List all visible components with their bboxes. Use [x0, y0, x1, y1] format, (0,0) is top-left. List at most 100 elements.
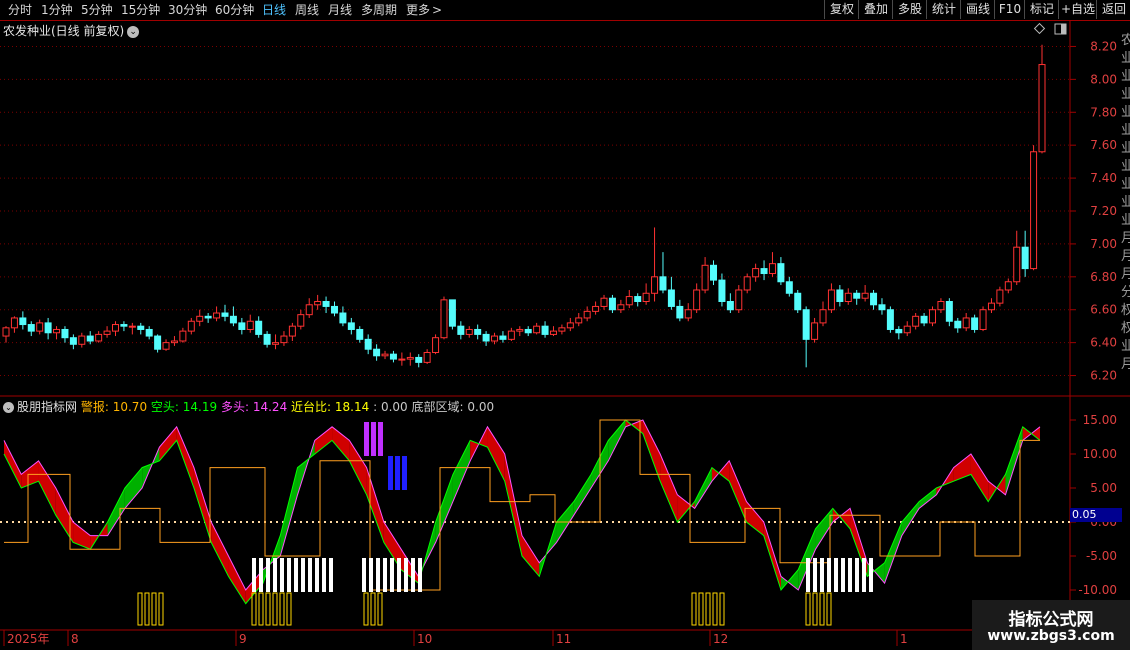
candle-body — [1038, 64, 1046, 153]
date-label: 10 — [417, 632, 432, 646]
candle-body — [1021, 246, 1029, 270]
white-bar — [820, 558, 824, 592]
candle-body — [448, 299, 456, 327]
chevron-down-icon[interactable]: ⌄ — [3, 402, 14, 413]
ribbon-segment — [4, 440, 22, 488]
blue-bar — [402, 456, 407, 490]
candle-body — [381, 353, 389, 357]
candle-body — [482, 333, 490, 342]
candle-body — [920, 315, 928, 324]
side-glyph: 权 — [1121, 302, 1130, 318]
side-glyph: 月 — [1121, 267, 1130, 282]
indicator-tick-label: 5.00 — [1090, 481, 1117, 495]
white-bar — [266, 558, 270, 592]
candle-body — [768, 263, 776, 275]
candle-body — [406, 356, 414, 360]
candle-body — [979, 309, 987, 330]
alarm-label: 警报: — [80, 400, 109, 414]
side-glyph: 业 — [1121, 159, 1130, 174]
indicator-tick-label: -5.00 — [1086, 549, 1117, 563]
yellow-bar — [812, 592, 818, 626]
candle-body — [170, 340, 178, 344]
ribbon-segment — [504, 454, 522, 556]
side-glyph: 业 — [1121, 123, 1130, 138]
yellow-bar — [158, 592, 164, 626]
candle-body — [196, 315, 204, 322]
watermark-title: 指标公式网 — [1008, 610, 1094, 630]
bottom-label: 底部区域: — [411, 400, 464, 414]
side-glyph: 分 — [1121, 285, 1130, 300]
ratio-label: 近台比: — [291, 400, 332, 414]
long-value: 14.24 — [252, 400, 288, 414]
yellow-bar — [258, 592, 264, 626]
candle-body — [912, 315, 920, 327]
candle-body — [288, 325, 296, 337]
indicator-header: ⌄ 股朋指标网 警报: 10.70 空头: 14.19 多头: 14.24 近台比… — [3, 398, 494, 415]
white-bar — [369, 558, 373, 592]
candle-body — [61, 328, 69, 339]
candle-body — [516, 328, 524, 332]
candle-body — [280, 335, 288, 344]
candle-body — [693, 289, 701, 311]
white-bar — [390, 558, 394, 592]
candle-body — [162, 342, 170, 350]
candle-body — [684, 309, 692, 319]
candle-body — [465, 328, 473, 335]
candle-body — [752, 268, 760, 278]
yellow-bar — [819, 592, 825, 626]
chart-title[interactable]: 农发种业(日线 前复权) ⌄ — [3, 22, 140, 39]
yellow-bar — [370, 592, 376, 626]
indicator-name[interactable]: 股朋指标网 — [17, 400, 77, 414]
white-bar — [855, 558, 859, 592]
ribbon-segment — [677, 494, 695, 522]
yellow-bar — [286, 592, 292, 626]
candle-body — [78, 335, 86, 345]
date-label: 8 — [71, 632, 79, 646]
white-bar — [259, 558, 263, 592]
side-glyph: 业 — [1121, 141, 1130, 156]
indicator-tick-label: 15.00 — [1083, 413, 1117, 427]
white-bar — [862, 558, 866, 592]
price-tick-label: 7.60 — [1090, 138, 1117, 152]
side-glyph: 权 — [1121, 320, 1130, 336]
white-bar — [301, 558, 305, 592]
candle-body — [760, 268, 768, 275]
ribbon-segment — [314, 426, 333, 454]
white-bar — [273, 558, 277, 592]
price-tick-label: 6.80 — [1090, 270, 1117, 284]
candle-body — [659, 276, 667, 291]
candle-body — [499, 335, 507, 340]
yellow-bar — [144, 592, 150, 626]
yellow-bar — [279, 592, 285, 626]
candle-body — [726, 301, 734, 311]
candle-body — [137, 325, 145, 330]
candle-body — [945, 301, 953, 322]
candle-body — [69, 337, 77, 345]
candle-body — [457, 325, 465, 335]
candle-body — [701, 264, 709, 291]
chart-canvas: 8.20 8.00 7.80 7.60 7.40 7.20 7.00 6.80 6.60 6.40… — [0, 20, 1130, 646]
white-bar — [329, 558, 333, 592]
candle-body — [592, 305, 600, 312]
white-bar — [418, 558, 422, 592]
candle-body — [86, 335, 94, 342]
ribbon-segment — [642, 420, 661, 482]
candle-body — [2, 327, 10, 337]
blue-bar — [388, 456, 393, 490]
candle-body — [187, 320, 195, 332]
ribbon-segment — [366, 467, 384, 543]
candle-body — [491, 335, 499, 342]
candle-body — [676, 305, 684, 319]
price-tick-label: 7.80 — [1090, 105, 1117, 119]
side-glyph: 业 — [1121, 87, 1130, 102]
side-glyph: 业 — [1121, 105, 1130, 120]
white-bar — [280, 558, 284, 592]
white-bar — [322, 558, 326, 592]
candle-body — [1004, 281, 1012, 291]
chevron-down-icon[interactable]: ⌄ — [127, 25, 140, 38]
candle-body — [103, 330, 111, 335]
candle-body — [27, 324, 35, 332]
candle-body — [204, 315, 212, 319]
yellow-bar — [698, 592, 704, 626]
candle-body — [36, 322, 44, 332]
